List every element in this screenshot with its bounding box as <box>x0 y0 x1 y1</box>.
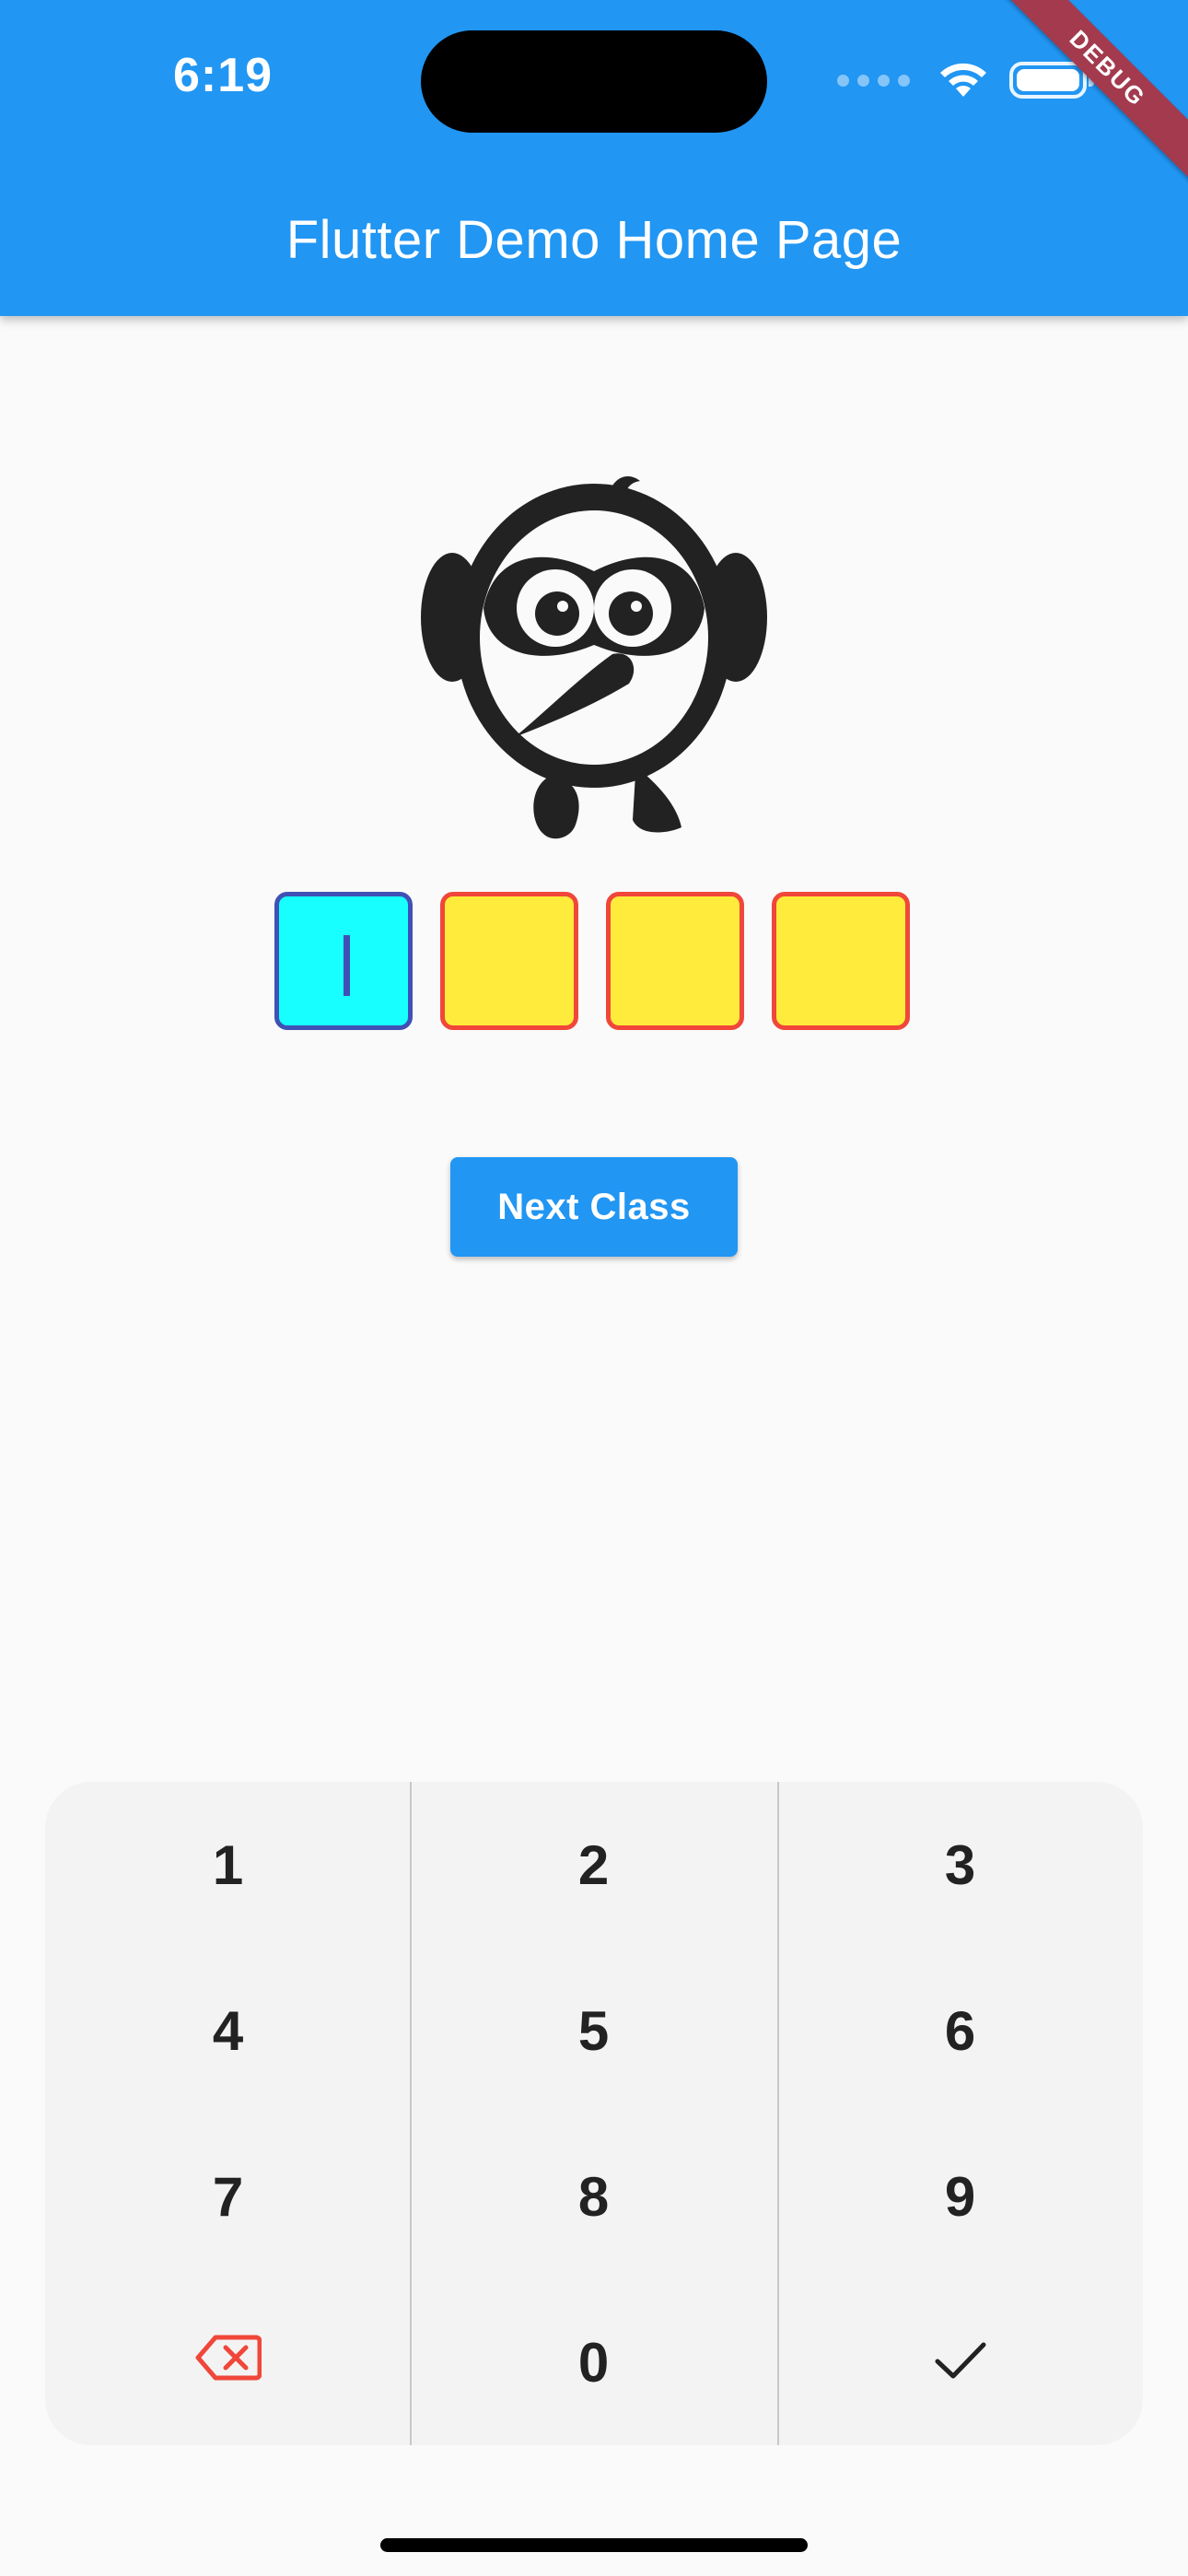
key-5[interactable]: 5 <box>411 1948 776 2113</box>
key-3[interactable]: 3 <box>777 1782 1143 1948</box>
pin-box-2[interactable] <box>440 892 578 1030</box>
key-8[interactable]: 8 <box>411 2113 776 2279</box>
debug-banner-container: DEBUG <box>1004 0 1188 184</box>
dynamic-island <box>421 30 767 133</box>
screen: 6:19 Flutter Demo Home Page DEBUG Next C… <box>0 0 1188 2576</box>
pin-box-3[interactable] <box>606 892 744 1030</box>
numeric-keypad: 1 2 3 4 5 6 7 8 9 0 <box>45 1782 1143 2445</box>
signal-dots-icon <box>837 74 910 87</box>
confirm-key[interactable] <box>777 2279 1143 2445</box>
pin-box-1[interactable] <box>274 892 413 1030</box>
key-7[interactable]: 7 <box>45 2113 411 2279</box>
key-9[interactable]: 9 <box>777 2113 1143 2279</box>
wifi-icon <box>936 60 991 100</box>
home-indicator[interactable] <box>380 2538 808 2552</box>
key-2[interactable]: 2 <box>411 1782 776 1948</box>
key-6[interactable]: 6 <box>777 1948 1143 2113</box>
debug-banner: DEBUG <box>1004 0 1188 184</box>
owl-bird-icon <box>419 470 769 848</box>
key-0[interactable]: 0 <box>411 2279 776 2445</box>
key-4[interactable]: 4 <box>45 1948 411 2113</box>
pin-box-4[interactable] <box>772 892 910 1030</box>
text-cursor <box>344 935 350 996</box>
checkmark-icon <box>933 2331 988 2395</box>
pin-input-row <box>274 892 910 1030</box>
key-1[interactable]: 1 <box>45 1782 411 1948</box>
next-class-button[interactable]: Next Class <box>450 1157 738 1257</box>
app-title: Flutter Demo Home Page <box>285 210 903 270</box>
backspace-icon <box>195 2331 262 2395</box>
backspace-key[interactable] <box>45 2279 411 2445</box>
status-time: 6:19 <box>173 49 274 102</box>
